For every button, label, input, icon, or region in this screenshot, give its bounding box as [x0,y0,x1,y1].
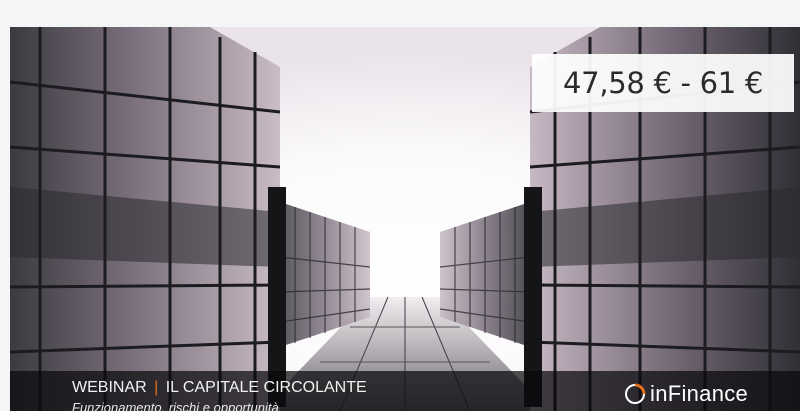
webinar-prefix: WEBINAR [72,379,147,396]
webinar-subtitle: Funzionamento, rischi e opportunità [72,400,279,411]
price-range-badge: 47,58 € - 61 € [532,54,794,112]
webinar-title-text: IL CAPITALE CIRCOLANTE [165,379,367,396]
webinar-title: WEBINAR | IL CAPITALE CIRCOLANTE [72,379,367,397]
price-range: 47,58 € - 61 € [563,66,763,100]
infinance-logo-icon [625,383,646,404]
title-separator: | [154,379,159,396]
brand-name: inFinance [650,381,749,406]
product-card[interactable]: 47,58 € - 61 € WEBINAR | IL CAPITALE CIR… [10,27,800,411]
webinar-banner: WEBINAR | IL CAPITALE CIRCOLANTE Funzion… [10,371,800,411]
brand-logo: inFinance [622,379,748,409]
